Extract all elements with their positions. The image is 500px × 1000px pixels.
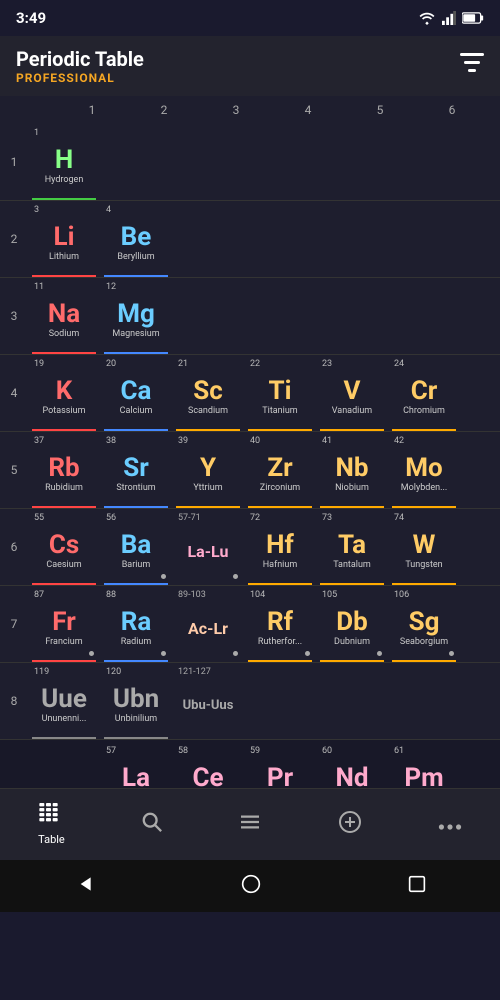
- element-La[interactable]: 57 La Lanthanum: [100, 742, 172, 788]
- nav-add[interactable]: [322, 804, 378, 846]
- element-Ubn[interactable]: 120 Ubn Unbinilium: [100, 663, 172, 739]
- period-row-1: 1 1 H Hydrogen: [0, 124, 500, 200]
- element-Mg[interactable]: 12 Mg Magnesium: [100, 278, 172, 354]
- period-row-7: 7 87 Fr Francium 88 Ra Radium 89-103 Ac-…: [0, 586, 500, 662]
- element-Cs[interactable]: 55 Cs Caesium: [28, 509, 100, 585]
- column-headers: 1 2 3 4 5 6: [0, 96, 500, 124]
- nav-more[interactable]: [422, 806, 478, 843]
- element-K[interactable]: 19 K Potassium: [28, 355, 100, 431]
- element-Rb[interactable]: 37 Rb Rubidium: [28, 432, 100, 508]
- add-circle-icon: [338, 810, 362, 840]
- period-num-7: 7: [0, 586, 28, 662]
- element-Ti[interactable]: 22 Ti Titanium: [244, 355, 316, 431]
- col-4: 4: [272, 103, 344, 117]
- status-bar: 3:49: [0, 0, 500, 36]
- element-Fr[interactable]: 87 Fr Francium: [28, 586, 100, 662]
- period-num-4: 4: [0, 355, 28, 431]
- element-Ba[interactable]: 56 Ba Barium: [100, 509, 172, 585]
- app-title-text: Periodic Table: [16, 47, 144, 71]
- element-Na[interactable]: 11 Na Sodium: [28, 278, 100, 354]
- element-Ca[interactable]: 20 Ca Calcium: [100, 355, 172, 431]
- search-icon: [141, 811, 163, 839]
- back-button[interactable]: [74, 874, 94, 899]
- battery-icon: [462, 12, 484, 24]
- element-Be[interactable]: 4 Be Beryllium: [100, 201, 172, 277]
- list-icon: [239, 812, 261, 837]
- element-Hf[interactable]: 72 Hf Hafnium: [244, 509, 316, 585]
- element-Pm[interactable]: 61 Pm Pro...: [388, 742, 460, 788]
- lanthanide-row: 57 La Lanthanum 58 Ce Cerium 59 Pr Prase…: [0, 742, 500, 788]
- element-Sc[interactable]: 21 Sc Scandium: [172, 355, 244, 431]
- element-Zr[interactable]: 40 Zr Zirconium: [244, 432, 316, 508]
- period-row-2: 2 3 Li Lithium 4 Be Beryllium: [0, 201, 500, 277]
- nav-table-label: Table: [38, 833, 65, 846]
- period-num-6: 6: [0, 509, 28, 585]
- recents-button[interactable]: [408, 874, 426, 898]
- app-subtitle: PROFESSIONAL: [16, 71, 144, 85]
- element-Ra[interactable]: 88 Ra Radium: [100, 586, 172, 662]
- period-num-3: 3: [0, 278, 28, 354]
- table-icon: [39, 803, 63, 829]
- element-Mo[interactable]: 42 Mo Molybden...: [388, 432, 460, 508]
- periodic-inner: 1 2 3 4 5 6 1 1 H Hydrogen: [0, 96, 500, 788]
- signal-icon: [442, 11, 456, 25]
- periodic-table-area: 1 2 3 4 5 6 1 1 H Hydrogen: [0, 96, 500, 788]
- col-1: 1: [56, 103, 128, 117]
- col-5: 5: [344, 103, 416, 117]
- period-row-4: 4 19 K Potassium 20 Ca Calcium 21 Sc Sca…: [0, 355, 500, 431]
- bottom-nav: Table: [0, 788, 500, 860]
- wifi-icon: [418, 11, 436, 25]
- nav-search[interactable]: [125, 805, 179, 845]
- element-Rf[interactable]: 104 Rf Rutherfor...: [244, 586, 316, 662]
- home-button[interactable]: [241, 874, 261, 899]
- lanthanide-section: 57 La Lanthanum 58 Ce Cerium 59 Pr Prase…: [0, 740, 500, 788]
- element-Uue[interactable]: 119 Uue Ununenni...: [28, 663, 100, 739]
- element-H[interactable]: 1 H Hydrogen: [28, 124, 100, 200]
- period-row-6: 6 55 Cs Caesium 56 Ba Barium 57-71 La-Lu: [0, 509, 500, 585]
- element-Ta[interactable]: 73 Ta Tantalum: [316, 509, 388, 585]
- element-Nd[interactable]: 60 Nd Neodymiu...: [316, 742, 388, 788]
- nav-list[interactable]: [223, 806, 277, 843]
- col-6: 6: [416, 103, 488, 117]
- period-row-3: 3 11 Na Sodium 12 Mg Magnesium: [0, 278, 500, 354]
- period-num-5: 5: [0, 432, 28, 508]
- element-Sg[interactable]: 106 Sg Seaborgium: [388, 586, 460, 662]
- more-dots-icon: [438, 812, 462, 837]
- element-Li[interactable]: 3 Li Lithium: [28, 201, 100, 277]
- filter-icon[interactable]: [460, 53, 484, 79]
- element-W[interactable]: 74 W Tungsten: [388, 509, 460, 585]
- element-V[interactable]: 23 V Vanadium: [316, 355, 388, 431]
- element-Ce[interactable]: 58 Ce Cerium: [172, 742, 244, 788]
- nav-table[interactable]: Table: [22, 797, 81, 852]
- element-Sr[interactable]: 38 Sr Strontium: [100, 432, 172, 508]
- period-row-8: 8 119 Uue Ununenni... 120 Ubn Unbinilium…: [0, 663, 500, 739]
- app-title: Periodic Table PROFESSIONAL: [16, 47, 144, 85]
- element-Y[interactable]: 39 Y Yttrium: [172, 432, 244, 508]
- status-icons: [418, 11, 484, 25]
- period-num-1: 1: [0, 124, 28, 200]
- element-Nb[interactable]: 41 Nb Niobium: [316, 432, 388, 508]
- col-2: 2: [128, 103, 200, 117]
- period-num-8: 8: [0, 663, 28, 739]
- period-row-5: 5 37 Rb Rubidium 38 Sr Strontium 39 Y Yt…: [0, 432, 500, 508]
- col-3: 3: [200, 103, 272, 117]
- element-Db[interactable]: 105 Db Dubnium: [316, 586, 388, 662]
- element-Pr[interactable]: 59 Pr Praseody...: [244, 742, 316, 788]
- period-num-2: 2: [0, 201, 28, 277]
- element-Ubu-Uus[interactable]: 121-127 Ubu-Uus: [172, 663, 244, 739]
- element-Cr[interactable]: 24 Cr Chromium: [388, 355, 460, 431]
- element-Ac-Lr[interactable]: 89-103 Ac-Lr: [172, 586, 244, 662]
- element-La-Lu[interactable]: 57-71 La-Lu: [172, 509, 244, 585]
- status-time: 3:49: [16, 9, 46, 27]
- android-nav-bar: [0, 860, 500, 912]
- top-bar: Periodic Table PROFESSIONAL: [0, 36, 500, 96]
